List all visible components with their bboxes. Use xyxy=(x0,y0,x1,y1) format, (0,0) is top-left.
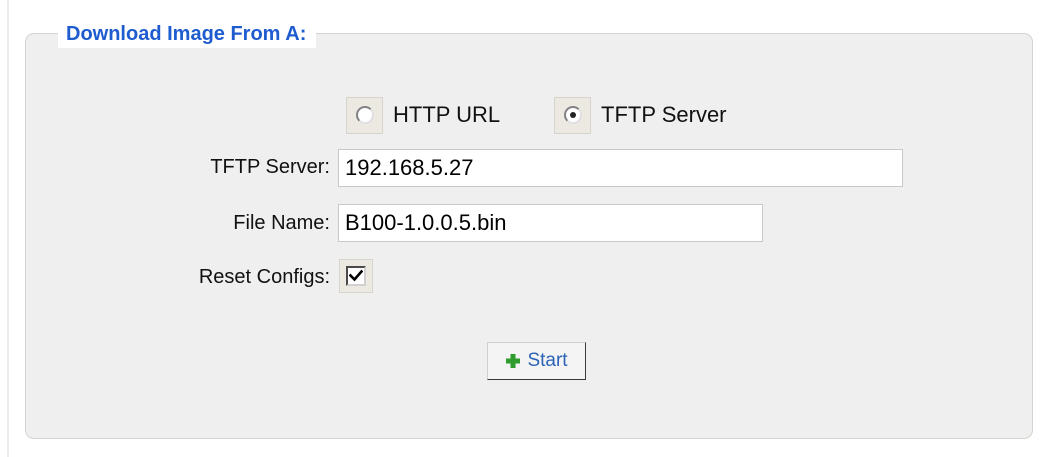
checkmark-icon xyxy=(349,269,363,282)
start-button[interactable]: Start xyxy=(487,342,586,380)
radio-tftp-server[interactable] xyxy=(554,96,591,134)
radio-option-http-url[interactable]: HTTP URL xyxy=(346,96,500,134)
tftp-server-label: TFTP Server: xyxy=(210,156,330,178)
radio-http-url[interactable] xyxy=(346,96,383,134)
reset-configs-checkbox[interactable] xyxy=(339,259,373,293)
radio-label-http-url: HTTP URL xyxy=(393,102,501,127)
file-name-label: File Name: xyxy=(233,212,330,234)
panel-title: Download Image From A: xyxy=(58,20,317,48)
radio-circle-icon xyxy=(563,106,582,124)
plus-icon xyxy=(506,354,521,368)
radio-option-tftp-server[interactable]: TFTP Server xyxy=(554,96,727,134)
tftp-server-input[interactable] xyxy=(338,149,903,187)
radio-circle-icon xyxy=(355,106,374,124)
radio-label-tftp-server: TFTP Server xyxy=(601,102,727,127)
left-edge-divider xyxy=(7,0,9,457)
start-button-label: Start xyxy=(527,350,568,371)
reset-configs-label: Reset Configs: xyxy=(198,266,330,288)
radio-selected-dot-icon xyxy=(569,112,576,118)
checkbox-square xyxy=(346,266,366,286)
file-name-input[interactable] xyxy=(338,204,763,242)
